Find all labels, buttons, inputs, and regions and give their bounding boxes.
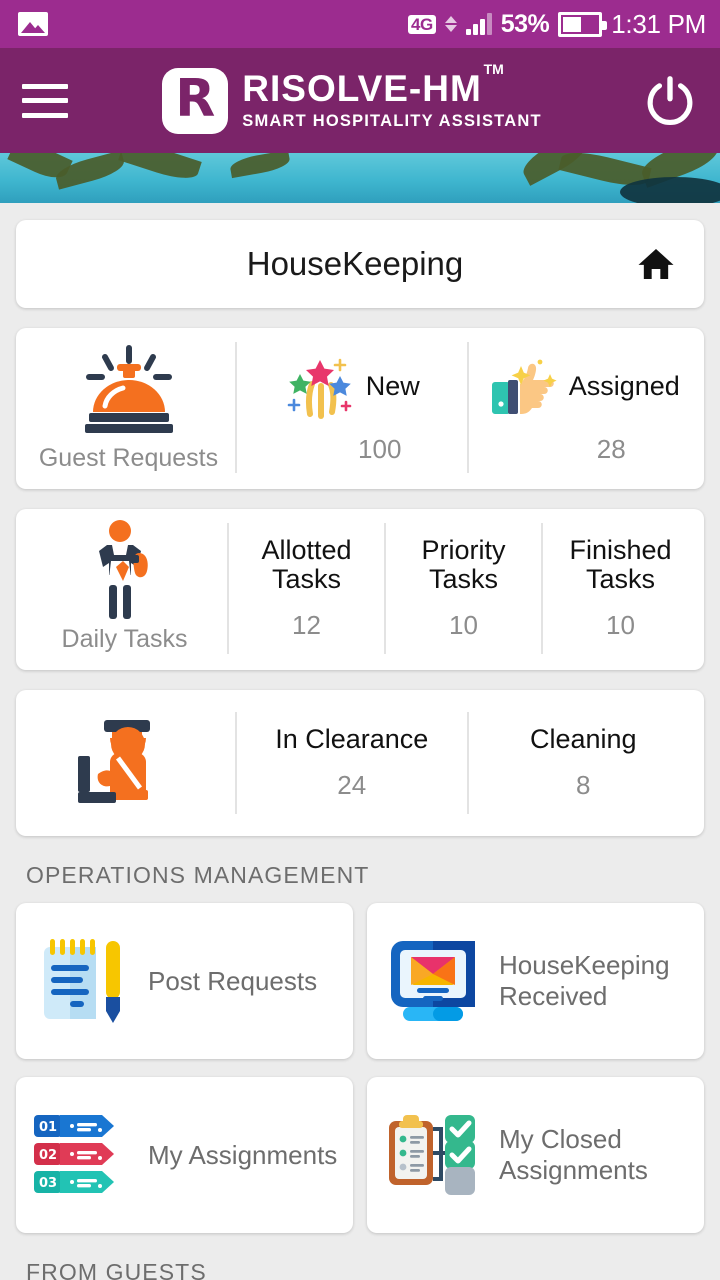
daily-tasks-priority-value: 10 [449,610,478,641]
daily-tasks-priority-column[interactable]: Priority Tasks 10 [384,523,541,654]
data-transfer-arrows-icon [444,16,457,32]
page-title: HouseKeeping [246,245,464,282]
brand-lockup: R RISOLVE-HM TM SMART HOSPITALITY ASSIST… [62,62,642,134]
daily-tasks-finished-column[interactable]: Finished Tasks 10 [541,523,698,654]
svg-text:01: 01 [39,1120,57,1135]
guest-requests-new-column[interactable]: New 100 [235,342,467,473]
guest-requests-assigned-row: Assigned [487,350,680,424]
battery-percent-label: 53% [500,9,550,38]
guest-requests-label: Guest Requests [38,444,219,472]
tile-my-closed-assignments-label: My Closed Assignments [499,1124,648,1185]
app-root: 4G 53% 1:31 PM R RISOLVE-HM TM SMART HOS… [0,0,720,1280]
section-header-from-guests: FROM GUESTS [26,1259,207,1280]
guest-requests-new-label: New [365,371,420,402]
in-clearance-label: In Clearance [275,723,429,754]
daily-tasks-finished-value: 10 [606,610,635,641]
clipboard-checklist-icon [381,1103,485,1207]
guest-requests-assigned-column[interactable]: Assigned 28 [466,342,699,473]
status-bar-left [18,12,48,36]
status-bar: 4G 53% 1:31 PM [0,0,720,48]
brand-title-text: RISOLVE-HM [242,68,482,109]
cleaning-label: Cleaning [529,723,637,754]
guest-requests-new-value: 100 [358,434,402,464]
signal-strength-icon [465,13,492,35]
daily-tasks-allotted-label: Allotted Tasks [261,534,352,594]
brand-text: RISOLVE-HM TM SMART HOSPITALITY ASSISTAN… [242,62,542,131]
tile-my-closed-assignments[interactable]: My Closed Assignments [367,1077,704,1233]
clearance-card[interactable]: In Clearance 24 Cleaning 8 [16,690,704,836]
daily-tasks-label: Daily Tasks [61,625,188,653]
image-icon [18,12,48,36]
clock-label: 1:31 PM [611,8,706,39]
trademark-mark: TM [483,61,504,77]
hotel-banner-image [0,153,720,203]
battery-icon [558,11,608,37]
guest-requests-assigned-value: 28 [596,434,626,464]
daily-tasks-allotted-value: 12 [292,610,321,641]
brand-subtitle: SMART HOSPITALITY ASSISTANT [242,112,542,130]
guest-requests-assigned-label: Assigned [568,371,680,402]
power-icon[interactable] [642,73,698,129]
service-bell-icon [79,342,179,438]
notepad-pen-icon [30,929,134,1033]
home-icon[interactable] [634,244,678,284]
app-bar: R RISOLVE-HM TM SMART HOSPITALITY ASSIST… [0,48,720,153]
svg-text:02: 02 [39,1148,57,1163]
network-type-badge: 4G [408,14,436,34]
fireworks-icon [284,350,358,424]
app-logo-icon: R [162,67,229,134]
bellhop-icon [74,712,184,808]
section-header-operations-management: OPERATIONS MANAGEMENT [26,862,370,888]
daily-tasks-allotted-column[interactable]: Allotted Tasks 12 [227,523,384,654]
daily-tasks-lead: Daily Tasks [22,520,227,654]
brand-title: RISOLVE-HM TM [242,62,504,109]
guest-requests-card[interactable]: Guest Requests New 100 Assigned 28 [16,328,704,489]
cleaning-value: 8 [576,770,591,801]
page-content: HouseKeeping Guest Requests New 100 Assi… [0,220,720,1280]
tile-housekeeping-received-label: HouseKeeping Received [499,950,670,1011]
numbered-tags-icon: 01 02 03 [30,1103,134,1207]
guest-requests-lead: Guest Requests [22,342,235,473]
cleaning-column[interactable]: Cleaning 8 [466,712,699,814]
thumbs-up-icon [487,350,561,424]
tile-housekeeping-received[interactable]: HouseKeeping Received [367,903,704,1059]
daily-tasks-priority-label: Priority Tasks [421,534,506,594]
clearance-lead [22,712,235,814]
in-clearance-column[interactable]: In Clearance 24 [235,712,467,814]
tile-post-requests-label: Post Requests [148,965,318,996]
guest-requests-new-row: New [284,350,420,424]
tile-my-assignments-label: My Assignments [148,1139,338,1170]
logo-letter: R [175,68,216,129]
page-title-card: HouseKeeping [16,220,704,308]
daily-tasks-finished-label: Finished Tasks [569,534,672,594]
daily-tasks-card[interactable]: Daily Tasks Allotted Tasks 12 Priority T… [16,509,704,670]
tile-my-assignments[interactable]: 01 02 03 My Assignments [16,1077,353,1233]
in-clearance-value: 24 [337,770,367,801]
housekeeper-icon [83,520,167,619]
operations-tiles-row-1: Post Requests HouseKeeping Received [16,903,704,1059]
status-bar-right: 4G 53% 1:31 PM [408,9,706,40]
tile-post-requests[interactable]: Post Requests [16,903,353,1059]
monitor-mail-icon [381,929,485,1033]
operations-tiles-row-2: 01 02 03 My Assignments My Closed Assign… [16,1077,704,1233]
svg-text:03: 03 [39,1176,57,1191]
